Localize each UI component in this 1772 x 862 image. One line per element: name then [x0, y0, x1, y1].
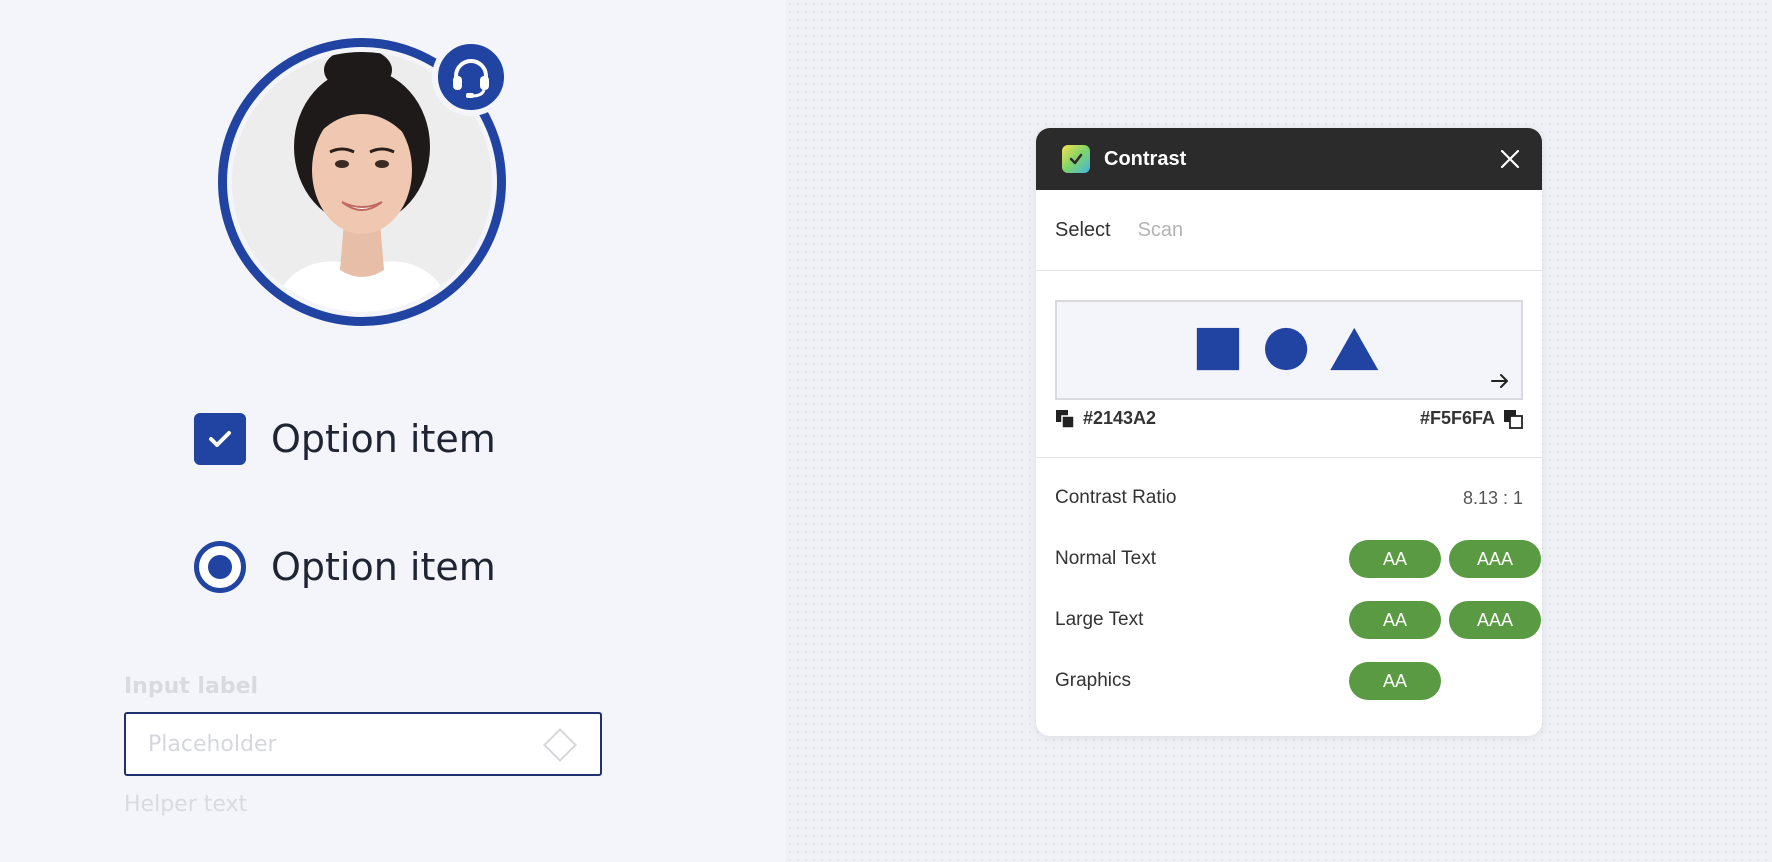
- badge-aaa[interactable]: AAA: [1449, 540, 1541, 578]
- checkbox-label: Option item: [271, 417, 496, 461]
- checkbox-option[interactable]: Option item: [194, 413, 496, 465]
- contrast-plugin-panel: Contrast Select Scan #2143A2 #F5F6FA Con…: [1036, 128, 1542, 736]
- contrast-ratio-value: 8.13 : 1: [1462, 487, 1523, 508]
- graphics-label: Graphics: [1055, 670, 1132, 691]
- large-text-row: Large Text AA AAA: [1055, 601, 1541, 639]
- plugin-tabs: Select Scan: [1036, 190, 1542, 271]
- contrast-preview: [1055, 300, 1523, 400]
- design-canvas-left: Option item Option item Input label Help…: [0, 0, 786, 862]
- triangle-shape: [1330, 327, 1379, 371]
- graphics-row: Graphics AA: [1055, 662, 1523, 700]
- contrast-logo-icon: [1062, 145, 1090, 173]
- normal-text-label: Normal Text: [1055, 548, 1157, 569]
- check-icon: [209, 431, 231, 447]
- radio-dot: [208, 555, 232, 579]
- color-values: #2143A2 #F5F6FA: [1055, 408, 1523, 436]
- normal-text-badges: AA AAA: [1349, 540, 1542, 578]
- foreground-color[interactable]: #2143A2: [1055, 408, 1156, 429]
- swatch-icon: [1056, 409, 1075, 429]
- contrast-ratio-label: Contrast Ratio: [1055, 487, 1177, 508]
- avatar: [218, 38, 510, 326]
- swatch-icon: [1504, 409, 1523, 429]
- large-text-badges: AA AAA: [1349, 601, 1542, 639]
- background-hex: #F5F6FA: [1419, 408, 1495, 428]
- badge-aa[interactable]: AA: [1349, 662, 1441, 700]
- normal-text-row: Normal Text AA AAA: [1055, 540, 1541, 578]
- logo-check-icon: [1069, 153, 1083, 165]
- plugin-titlebar: Contrast: [1036, 128, 1542, 190]
- input-label: Input label: [124, 674, 259, 699]
- tab-select[interactable]: Select: [1055, 219, 1111, 242]
- graphics-badges: AA: [1349, 662, 1449, 700]
- helper-text: Helper text: [124, 792, 248, 817]
- tab-scan[interactable]: Scan: [1138, 219, 1184, 242]
- radio-label: Option item: [271, 545, 496, 589]
- foreground-hex: #2143A2: [1083, 408, 1157, 428]
- circle-shape: [1265, 327, 1308, 371]
- square-shape: [1196, 327, 1240, 371]
- badge-aaa[interactable]: AAA: [1449, 601, 1541, 639]
- contrast-ratio-row: Contrast Ratio 8.13 : 1: [1055, 479, 1523, 517]
- plugin-title: Contrast: [1104, 147, 1187, 170]
- large-text-label: Large Text: [1055, 609, 1144, 630]
- text-input-container[interactable]: [124, 712, 602, 776]
- diamond-icon: [543, 728, 577, 762]
- checkbox[interactable]: [194, 413, 246, 465]
- divider: [1036, 457, 1542, 458]
- headset-icon: [453, 59, 489, 98]
- close-icon[interactable]: [1496, 145, 1524, 173]
- radio-button[interactable]: [194, 541, 246, 593]
- support-badge: [432, 38, 510, 116]
- text-input[interactable]: [148, 731, 528, 757]
- background-color[interactable]: #F5F6FA: [1420, 408, 1523, 429]
- arrow-right-icon[interactable]: [1489, 370, 1511, 392]
- radio-option[interactable]: Option item: [194, 541, 496, 593]
- badge-aa[interactable]: AA: [1349, 601, 1441, 639]
- badge-aa[interactable]: AA: [1349, 540, 1441, 578]
- preview-shapes: [1196, 327, 1379, 371]
